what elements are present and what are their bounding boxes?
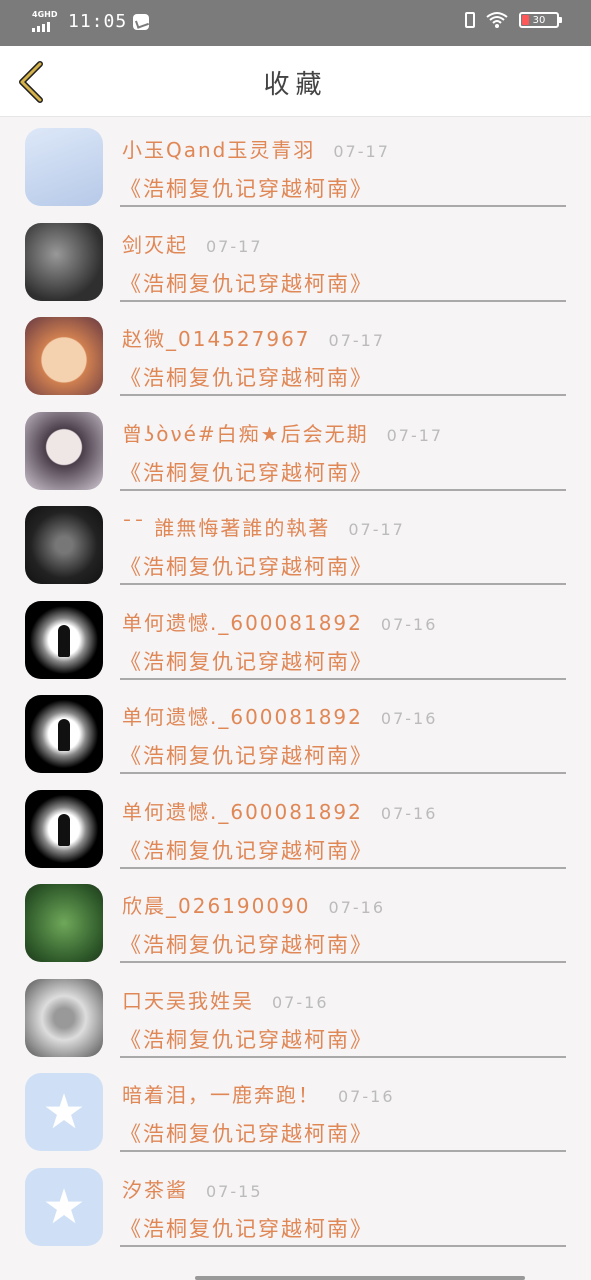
- list-item[interactable]: 曾ʖòνé#白痴★后会无期 07-17 《浩桐复仇记穿越柯南》: [0, 400, 591, 495]
- status-right: 30: [465, 11, 562, 29]
- divider: [120, 677, 566, 680]
- notification-app-icon: [133, 13, 150, 30]
- date-label: 07-15: [206, 1181, 263, 1201]
- anime-avatar[interactable]: [25, 128, 103, 206]
- page-title: 收藏: [263, 70, 328, 100]
- book-title[interactable]: 《浩桐复仇记穿越柯南》: [120, 362, 373, 392]
- user-name[interactable]: 曾ʖòνé#白痴★后会无期: [122, 418, 369, 447]
- divider: [120, 1150, 566, 1152]
- list-item[interactable]: ★ 汐茶酱 07-15 《浩桐复仇记穿越柯南》: [0, 1156, 591, 1251]
- book-title[interactable]: 《浩桐复仇记穿越柯南》: [120, 740, 373, 770]
- user-name[interactable]: 小玉Qand玉灵青羽: [122, 134, 315, 163]
- book-title[interactable]: 《浩桐复仇记穿越柯南》: [120, 1118, 373, 1148]
- list-item[interactable]: 单何遗憾._600081892 07-16 《浩桐复仇记穿越柯南》: [0, 589, 591, 684]
- star-icon: ★: [42, 1178, 86, 1235]
- list-item[interactable]: 单何遗憾._600081892 07-16 《浩桐复仇记穿越柯南》: [0, 778, 591, 873]
- moon-avatar[interactable]: [25, 600, 103, 679]
- divider: [120, 488, 566, 491]
- user-name[interactable]: 剑灭起: [122, 229, 188, 258]
- date-label: 07-16: [380, 614, 438, 634]
- dark-avatar[interactable]: [25, 222, 103, 301]
- divider: [120, 583, 566, 585]
- status-bar: 4GHD 11:05 30: [0, 0, 591, 46]
- divider: [120, 394, 566, 396]
- person-avatar[interactable]: [25, 411, 103, 490]
- list-item[interactable]: ★ 暗着泪，一鹿奔跑！ 07-16 《浩桐复仇记穿越柯南》: [0, 1061, 591, 1156]
- favorites-list: 小玉Qand玉灵青羽 07-17 《浩桐复仇记穿越柯南》 剑灭起 07-17 《…: [0, 116, 591, 1250]
- divider: [120, 1055, 566, 1058]
- book-title[interactable]: 《浩桐复仇记穿越柯南》: [120, 457, 373, 487]
- book-title[interactable]: 《浩桐复仇记穿越柯南》: [120, 929, 373, 959]
- plant-avatar[interactable]: [25, 884, 103, 962]
- figure-avatar[interactable]: [25, 978, 103, 1057]
- moon-avatar[interactable]: [25, 789, 103, 868]
- user-name[interactable]: 单何遗憾._600081892: [122, 701, 363, 730]
- status-left: 4GHD 11:05: [32, 9, 150, 32]
- user-name[interactable]: 赵微_014527967: [122, 323, 311, 352]
- user-name[interactable]: 口天吴我姓吴: [122, 985, 254, 1014]
- book-title[interactable]: 《浩桐复仇记穿越柯南》: [120, 835, 373, 865]
- divider: [120, 866, 566, 869]
- battery-icon: 30: [519, 12, 562, 28]
- book-title[interactable]: 《浩桐复仇记穿越柯南》: [120, 1213, 373, 1243]
- qq-avatar[interactable]: ★: [25, 1073, 103, 1151]
- date-label: 07-16: [272, 992, 329, 1012]
- date-label: 07-17: [333, 142, 390, 161]
- list-item[interactable]: 单何遗憾._600081892 07-16 《浩桐复仇记穿越柯南》: [0, 683, 591, 778]
- clock: 11:05: [68, 11, 128, 32]
- star-icon: ★: [42, 1084, 86, 1140]
- book-title[interactable]: 《浩桐复仇记穿越柯南》: [120, 268, 373, 298]
- book-title[interactable]: 《浩桐复仇记穿越柯南》: [120, 551, 373, 581]
- list-item[interactable]: 口天吴我姓吴 07-16 《浩桐复仇记穿越柯南》: [0, 967, 591, 1062]
- divider: [120, 299, 566, 302]
- date-label: 07-17: [386, 425, 444, 445]
- user-name[interactable]: 单何遗憾._600081892: [122, 607, 363, 636]
- battery-level: 30: [532, 14, 546, 26]
- divider: [120, 205, 566, 207]
- user-name[interactable]: 单何遗憾._600081892: [122, 796, 363, 825]
- vibrate-icon: [465, 12, 475, 28]
- list-item[interactable]: 欣晨_026190090 07-16 《浩桐复仇记穿越柯南》: [0, 872, 591, 967]
- list-item[interactable]: 剑灭起 07-17 《浩桐复仇记穿越柯南》: [0, 211, 591, 306]
- date-label: 07-17: [328, 331, 386, 350]
- date-label: 07-17: [348, 520, 405, 539]
- list-item[interactable]: ˉˉ 誰無悔著誰的執著 07-17 《浩桐复仇记穿越柯南》: [0, 494, 591, 589]
- date-label: 07-16: [380, 709, 438, 728]
- flower-avatar[interactable]: [25, 506, 103, 584]
- network-type: 4GHD: [32, 9, 58, 19]
- list-item[interactable]: 赵微_014527967 07-17 《浩桐复仇记穿越柯南》: [0, 305, 591, 400]
- date-label: 07-17: [206, 236, 263, 256]
- cat-avatar[interactable]: [25, 317, 103, 395]
- date-label: 07-16: [380, 803, 438, 823]
- scrollbar[interactable]: [195, 1276, 525, 1280]
- divider: [120, 1244, 566, 1247]
- divider: [120, 772, 566, 774]
- book-title[interactable]: 《浩桐复仇记穿越柯南》: [120, 173, 373, 203]
- user-name[interactable]: 汐茶酱: [122, 1174, 188, 1203]
- list-item[interactable]: 小玉Qand玉灵青羽 07-17 《浩桐复仇记穿越柯南》: [0, 116, 591, 211]
- qq-avatar[interactable]: ★: [25, 1167, 103, 1246]
- user-name[interactable]: 暗着泪，一鹿奔跑！: [122, 1079, 320, 1108]
- date-label: 07-16: [328, 898, 386, 917]
- divider: [120, 961, 566, 963]
- user-name[interactable]: 欣晨_026190090: [122, 890, 311, 919]
- user-name[interactable]: ˉˉ 誰無悔著誰的執著: [122, 512, 330, 541]
- header: 收藏: [0, 46, 591, 117]
- wifi-icon: [486, 12, 508, 28]
- book-title[interactable]: 《浩桐复仇记穿越柯南》: [120, 646, 373, 676]
- book-title[interactable]: 《浩桐复仇记穿越柯南》: [120, 1024, 373, 1054]
- moon-avatar[interactable]: [25, 695, 103, 773]
- date-label: 07-16: [338, 1087, 395, 1106]
- signal-icon: 4GHD: [32, 9, 58, 32]
